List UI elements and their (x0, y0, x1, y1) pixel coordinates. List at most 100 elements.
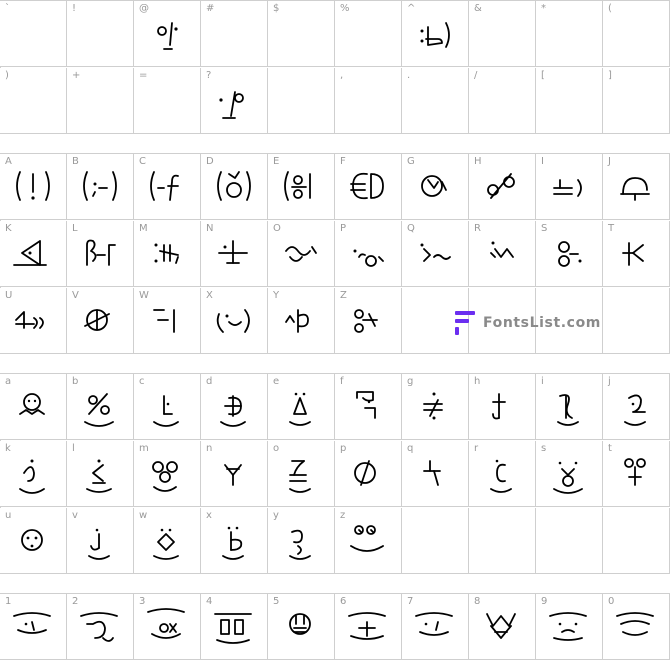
glyph-cell: S (536, 221, 603, 287)
glyph-t-icon (603, 441, 669, 507)
glyph-cell: & (469, 1, 536, 67)
glyph-S-icon (536, 221, 602, 287)
glyph-cell: U (0, 288, 67, 354)
glyph-n-icon (201, 441, 267, 507)
glyph-key-label: & (474, 3, 482, 14)
glyph-n0-icon (603, 594, 669, 660)
glyph-y-icon (268, 508, 334, 574)
glyph-Q-icon (402, 221, 468, 287)
glyph-cell: T (603, 221, 670, 287)
glyph-cell: . (402, 68, 469, 134)
glyph-cell: x (201, 508, 268, 574)
glyph-cell: W (134, 288, 201, 354)
glyph-key-label: [ (541, 70, 545, 81)
glyph-cell: L (67, 221, 134, 287)
glyph-O-icon (268, 221, 334, 287)
glyph-cell (603, 508, 670, 574)
glyph-key-label: / (474, 70, 478, 81)
glyph-X-icon (201, 288, 267, 354)
glyph-n5-icon (268, 594, 334, 660)
glyph-q-icon (402, 441, 468, 507)
glyph-cell (469, 508, 536, 574)
glyph-P-icon (335, 221, 401, 287)
glyph-cell: e (268, 374, 335, 440)
glyph-cell: y (268, 508, 335, 574)
glyph-cell: 4 (201, 594, 268, 660)
glyph-D-icon (201, 154, 267, 220)
glyph-cell: G (402, 154, 469, 220)
glyph-V-icon (67, 288, 133, 354)
glyph-cell: V (67, 288, 134, 354)
glyph-cell: ` (0, 1, 67, 67)
glyph-B-icon (67, 154, 133, 220)
glyph-cell: ) (0, 68, 67, 134)
glyph-n3-icon (134, 594, 200, 660)
glyph-n8-icon (469, 594, 535, 660)
glyph-cell: w (134, 508, 201, 574)
glyph-cell: * (536, 1, 603, 67)
glyph-cell: u (0, 508, 67, 574)
glyph-cell: , (335, 68, 402, 134)
glyph-key-label: ! (72, 3, 77, 14)
glyph-cell (603, 288, 670, 354)
glyph-cell: Z (335, 288, 402, 354)
glyph-cell: P (335, 221, 402, 287)
glyph-cell: H (469, 154, 536, 220)
glyph-key-label: ] (608, 70, 612, 81)
glyph-b-icon (67, 374, 133, 440)
glyph-e-icon (268, 374, 334, 440)
glyph-n1-icon (0, 594, 66, 660)
glyph-g-icon (402, 374, 468, 440)
glyph-cell: + (67, 68, 134, 134)
glyph-cell: N (201, 221, 268, 287)
glyph-cell: X (201, 288, 268, 354)
fontslist-logo-icon (455, 311, 475, 335)
glyph-p-icon (335, 441, 401, 507)
glyph-cell: B (67, 154, 134, 220)
glyph-C-icon (134, 154, 200, 220)
glyph-w-icon (134, 508, 200, 574)
glyph-n6-icon (335, 594, 401, 660)
glyph-cell: r (469, 441, 536, 507)
glyph-question-icon (201, 68, 267, 134)
glyph-key-label: ( (608, 3, 612, 14)
glyph-key-label: $ (273, 3, 280, 14)
glyph-N-icon (201, 221, 267, 287)
glyph-F-icon (335, 154, 401, 220)
glyph-n4-icon (201, 594, 267, 660)
glyph-cell (536, 508, 603, 574)
glyph-M-icon (134, 221, 200, 287)
glyph-i-icon (536, 374, 602, 440)
glyph-cell: C (134, 154, 201, 220)
glyph-R-icon (469, 221, 535, 287)
glyph-cell: m (134, 441, 201, 507)
glyph-f-icon (335, 374, 401, 440)
glyph-m-icon (134, 441, 200, 507)
glyph-cell: ( (603, 1, 670, 67)
glyph-cell: a (0, 374, 67, 440)
glyph-cell: b (67, 374, 134, 440)
glyph-cell: ^ (402, 1, 469, 67)
glyph-key-label: # (206, 3, 215, 14)
glyph-key-label: * (541, 3, 546, 14)
glyph-cell: F (335, 154, 402, 220)
glyph-caret-icon (402, 1, 468, 67)
glyph-cell: l (67, 441, 134, 507)
glyph-cell: $ (268, 1, 335, 67)
glyph-r-icon (469, 441, 535, 507)
glyph-cell: ! (67, 1, 134, 67)
glyph-cell: @ (134, 1, 201, 67)
glyph-cell (268, 68, 335, 134)
glyph-K-icon (0, 221, 66, 287)
glyph-cell: ] (603, 68, 670, 134)
glyph-cell: 7 (402, 594, 469, 660)
glyph-cell: k (0, 441, 67, 507)
glyph-cell (402, 508, 469, 574)
glyph-cell: A (0, 154, 67, 220)
glyph-n9-icon (536, 594, 602, 660)
glyph-d-icon (201, 374, 267, 440)
glyph-cell: p (335, 441, 402, 507)
glyph-cell: ? (201, 68, 268, 134)
glyph-x-icon (201, 508, 267, 574)
glyph-Z-icon (335, 288, 401, 354)
